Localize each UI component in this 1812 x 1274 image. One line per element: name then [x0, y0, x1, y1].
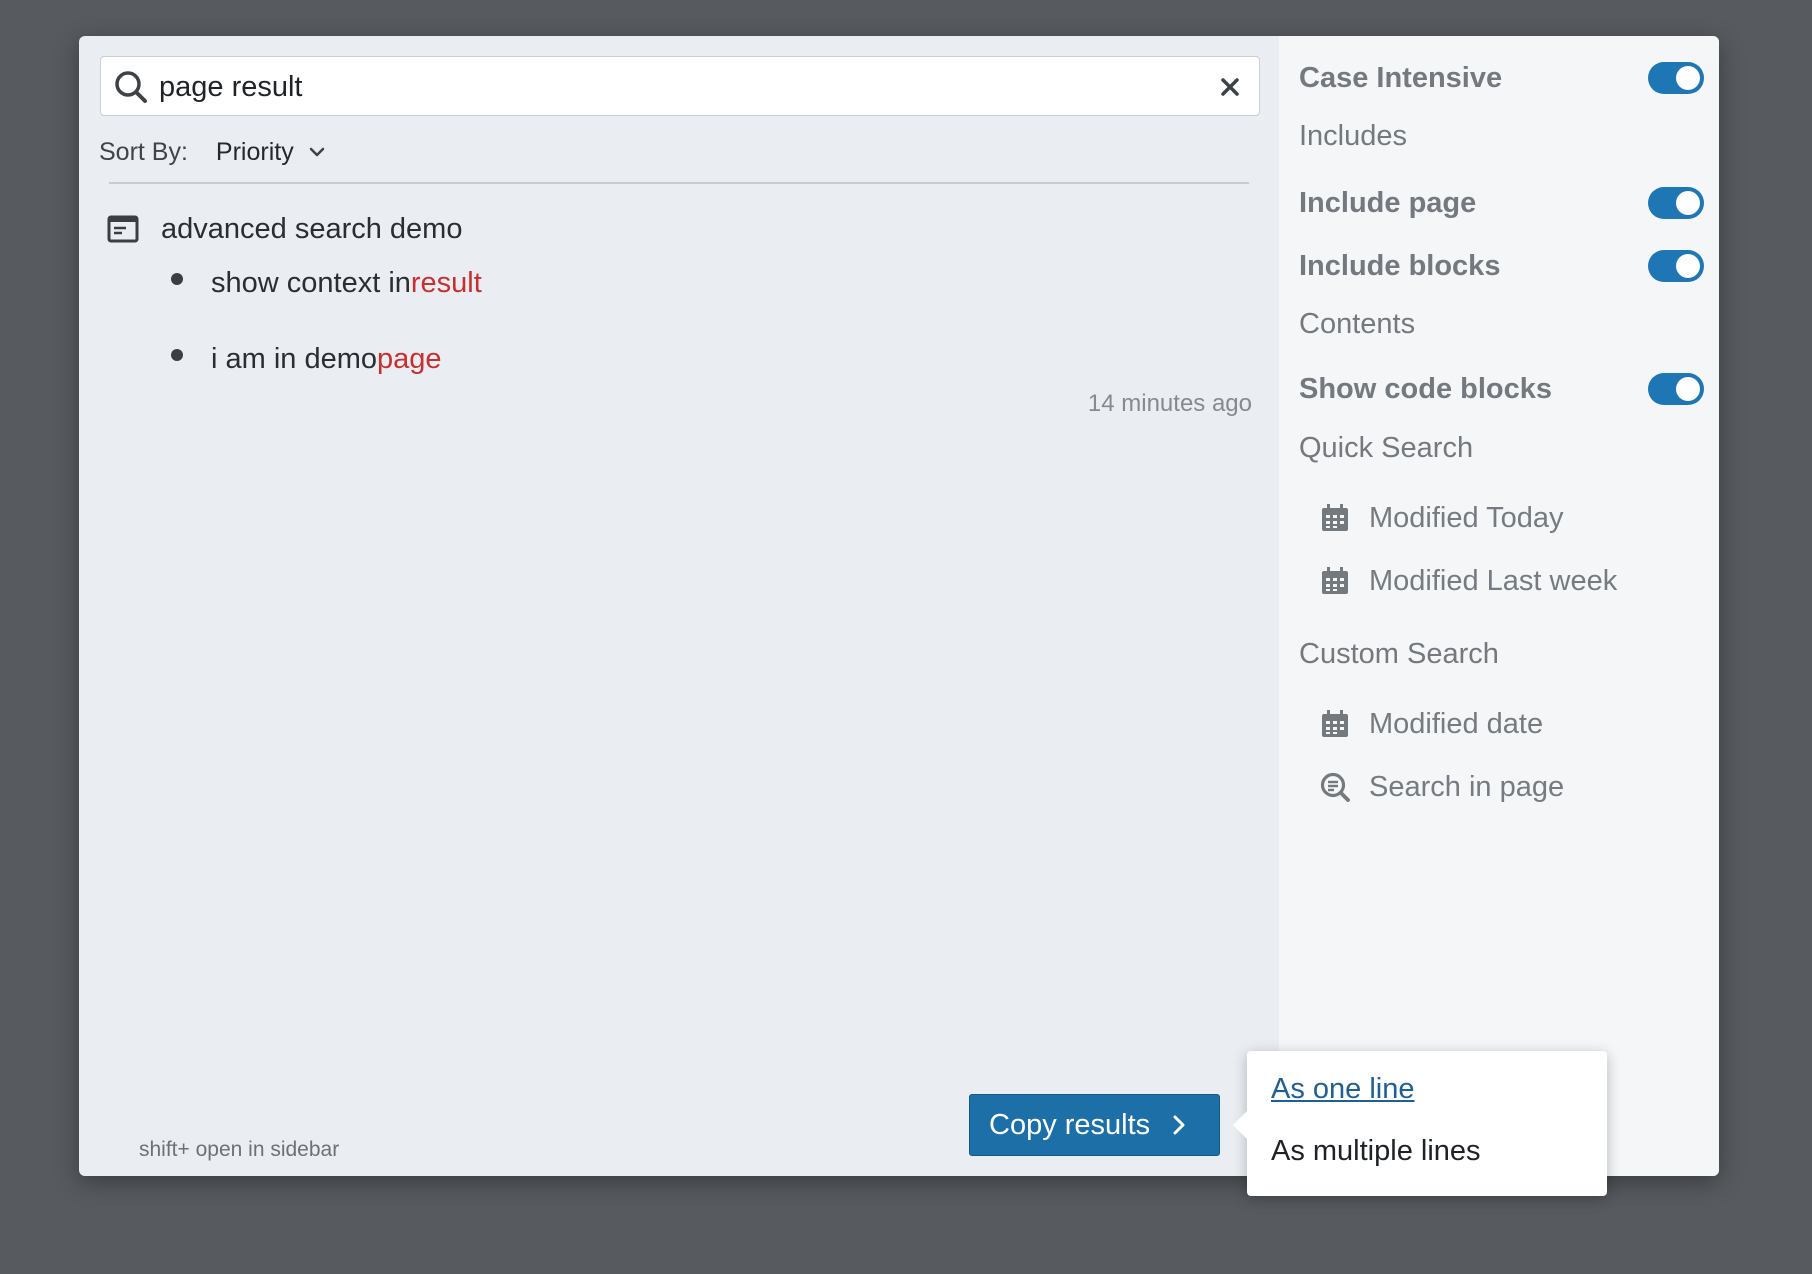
timestamp: 14 minutes ago [1087, 390, 1252, 417]
copy-as-multiple-lines[interactable]: As multiple lines [1271, 1135, 1481, 1168]
result-page[interactable]: advanced search demo [107, 204, 462, 254]
quick-item-modified-last-week[interactable]: Modified Last week [1319, 559, 1617, 603]
case-toggle[interactable] [1648, 62, 1704, 94]
quick-item-label: Modified Last week [1369, 564, 1618, 597]
chevron-right-icon [1173, 1115, 1185, 1135]
page-title: advanced search demo [161, 212, 463, 245]
custom-item-label: Modified date [1369, 707, 1544, 740]
custom-item-search-in-page[interactable]: Search in page [1319, 765, 1564, 809]
block-text: i am in demo [211, 342, 378, 375]
sort-label: Sort By: [99, 137, 188, 166]
search-in-page-icon [1320, 772, 1350, 802]
chevron-down-icon [309, 147, 324, 157]
calendar-icon [1322, 567, 1348, 594]
copy-results-label: Copy results [989, 1108, 1151, 1141]
search-input[interactable] [159, 65, 1179, 109]
quick-search-header: Quick Search [1299, 432, 1474, 464]
show-code-blocks-option: Show code blocks [1299, 367, 1704, 411]
case-label: Case Intensive [1299, 61, 1503, 94]
copy-as-one-line[interactable]: As one line [1271, 1073, 1415, 1106]
custom-search-header: Custom Search [1299, 638, 1499, 670]
include-blocks-option: Include blocks [1299, 244, 1704, 288]
include-page-label: Include page [1299, 186, 1477, 219]
includes-header: Includes [1299, 120, 1408, 152]
sort-dropdown[interactable]: Priority [216, 138, 326, 167]
include-blocks-label: Include blocks [1299, 249, 1501, 282]
filter-sidebar: Case Intensive Includes Include page Inc… [1279, 36, 1719, 1176]
block-highlight: result [410, 266, 482, 299]
custom-item-modified-date[interactable]: Modified date [1319, 702, 1543, 746]
search-icon [115, 71, 147, 103]
result-block[interactable]: i am in demo page [171, 334, 442, 384]
quick-item-label: Modified Today [1369, 501, 1564, 534]
result-block[interactable]: show context in result [171, 258, 482, 308]
search-modal: Sort By: Priority advanced search demo s… [79, 36, 1719, 1176]
block-text: show context in [211, 266, 411, 299]
show-code-blocks-label: Show code blocks [1299, 372, 1552, 405]
contents-header: Contents [1299, 308, 1416, 340]
include-page-toggle[interactable] [1648, 187, 1704, 219]
show-code-blocks-toggle[interactable] [1648, 373, 1704, 405]
include-blocks-toggle[interactable] [1648, 250, 1704, 282]
sort-value: Priority [215, 137, 294, 166]
custom-item-label: Search in page [1369, 770, 1565, 803]
copy-results-button[interactable]: Copy results [969, 1094, 1220, 1156]
sort-row: Sort By: Priority [99, 132, 326, 172]
search-bar[interactable] [100, 56, 1260, 116]
include-page-option: Include page [1299, 181, 1704, 225]
bullet-icon [171, 273, 183, 285]
bullet-icon [171, 349, 183, 361]
clear-icon[interactable] [1217, 74, 1243, 100]
calendar-icon [1322, 504, 1348, 531]
quick-item-modified-today[interactable]: Modified Today [1319, 496, 1564, 540]
copy-options-menu: As one line As multiple lines [1233, 1051, 1607, 1196]
divider [109, 182, 1249, 184]
page-icon [107, 215, 139, 243]
calendar-icon [1322, 710, 1348, 737]
results-pane: Sort By: Priority advanced search demo s… [79, 36, 1279, 1176]
case-option: Case Intensive [1299, 56, 1704, 100]
footer-hint: shift+ open in sidebar [139, 1138, 340, 1161]
block-highlight: page [377, 342, 442, 375]
